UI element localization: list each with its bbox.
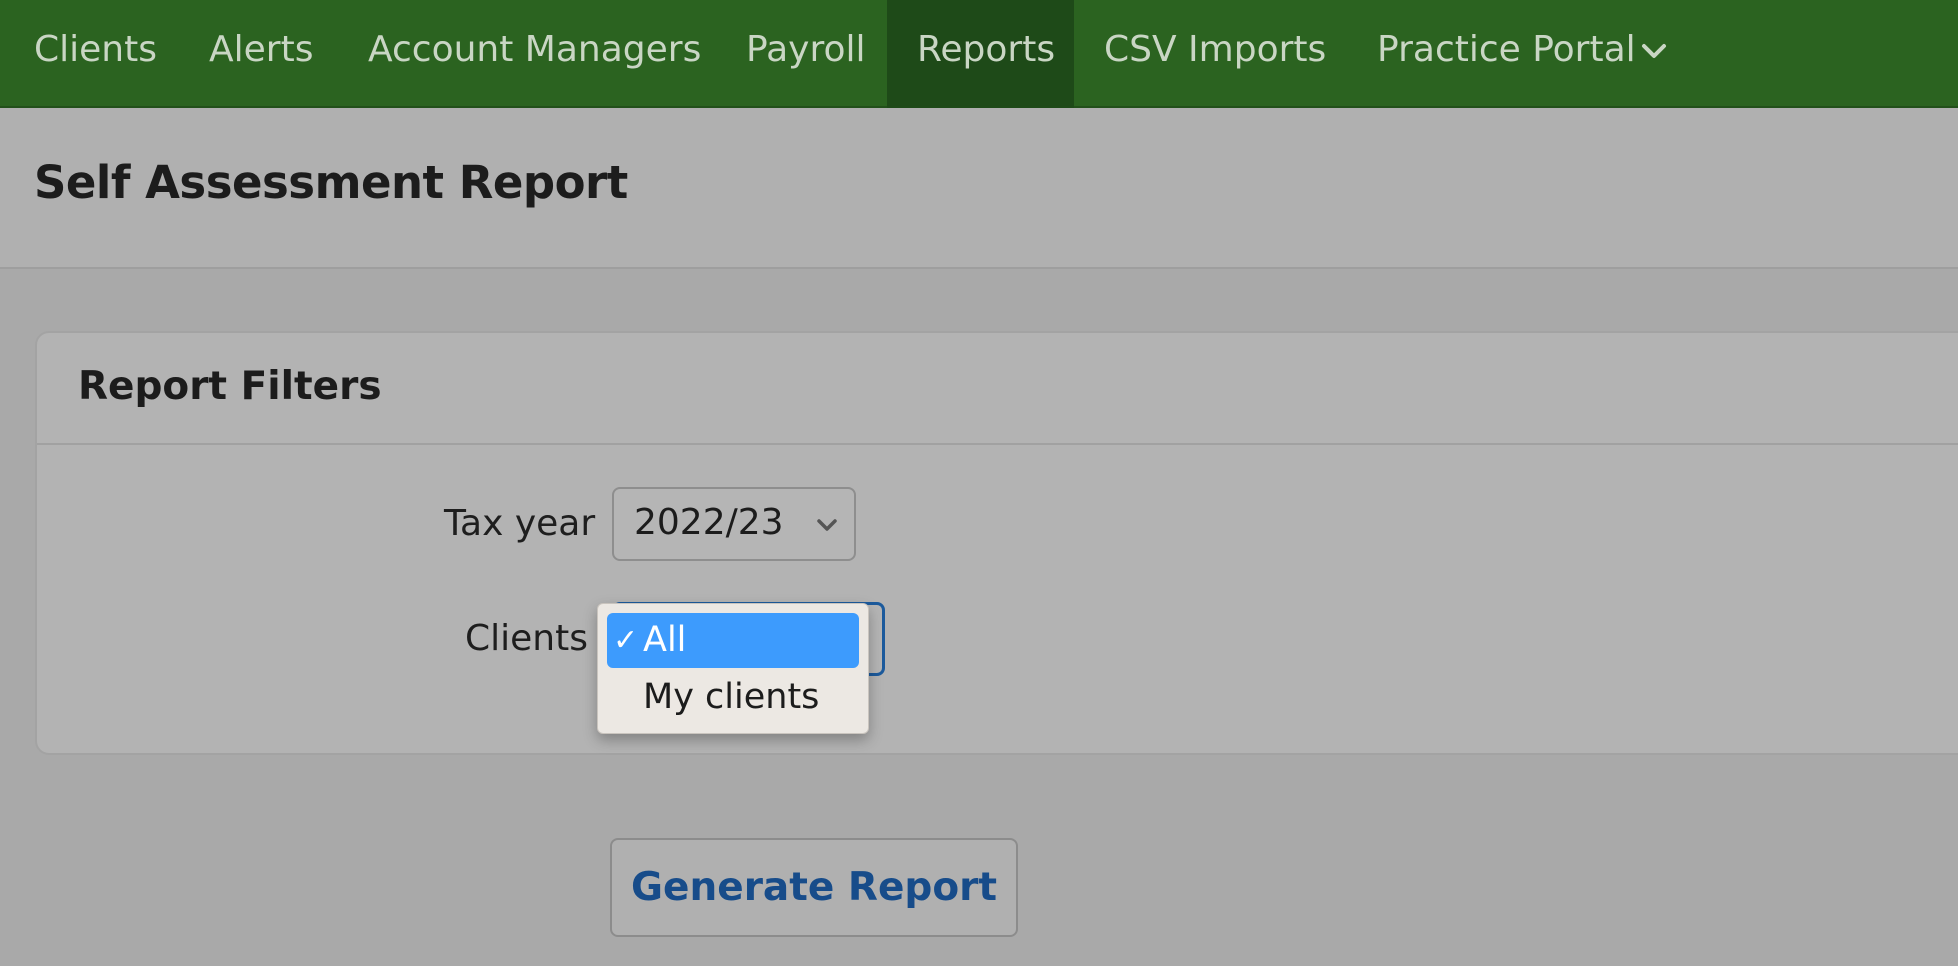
nav-item-csv-imports[interactable]: CSV Imports (1074, 0, 1356, 108)
nav-item-clients[interactable]: Clients (0, 0, 191, 108)
tax-year-select[interactable]: 2022/23 (612, 487, 856, 561)
option-label: My clients (643, 677, 820, 717)
nav-item-label: Payroll (746, 29, 866, 70)
nav-item-label: Practice Portal (1377, 29, 1636, 70)
dropdown-option-all[interactable]: ✓ All (607, 613, 859, 668)
tax-year-value: 2022/23 (634, 502, 784, 543)
card-title: Report Filters (78, 364, 382, 409)
option-label: All (643, 620, 687, 660)
page-title: Self Assessment Report (34, 156, 628, 209)
page-header: Self Assessment Report (0, 108, 1958, 269)
card-header: Report Filters (37, 333, 1958, 445)
generate-report-button[interactable]: Generate Report (610, 838, 1018, 937)
clients-dropdown-list: ✓ All My clients (597, 603, 869, 734)
nav-item-label: Clients (34, 29, 157, 70)
dropdown-option-my-clients[interactable]: My clients (607, 670, 859, 725)
nav-item-payroll[interactable]: Payroll (714, 0, 898, 108)
nav-item-alerts[interactable]: Alerts (176, 0, 346, 108)
nav-item-practice-portal[interactable]: Practice Portal (1347, 0, 1677, 108)
top-nav: Clients Alerts Account Managers Payroll … (0, 0, 1958, 108)
nav-item-label: Alerts (209, 29, 314, 70)
nav-item-label: Reports (917, 29, 1056, 70)
nav-item-label: Account Managers (368, 29, 702, 70)
tax-year-label: Tax year (444, 503, 596, 544)
chevron-down-icon (1642, 44, 1666, 58)
clients-label: Clients (465, 618, 588, 659)
report-filters-card: Report Filters Tax year 2022/23 Clients (35, 331, 1958, 755)
nav-item-account-managers[interactable]: Account Managers (336, 0, 733, 108)
chevron-down-icon (817, 519, 837, 531)
checkmark-icon: ✓ (613, 623, 639, 658)
nav-item-reports[interactable]: Reports (887, 0, 1074, 108)
nav-item-label: CSV Imports (1104, 29, 1327, 70)
